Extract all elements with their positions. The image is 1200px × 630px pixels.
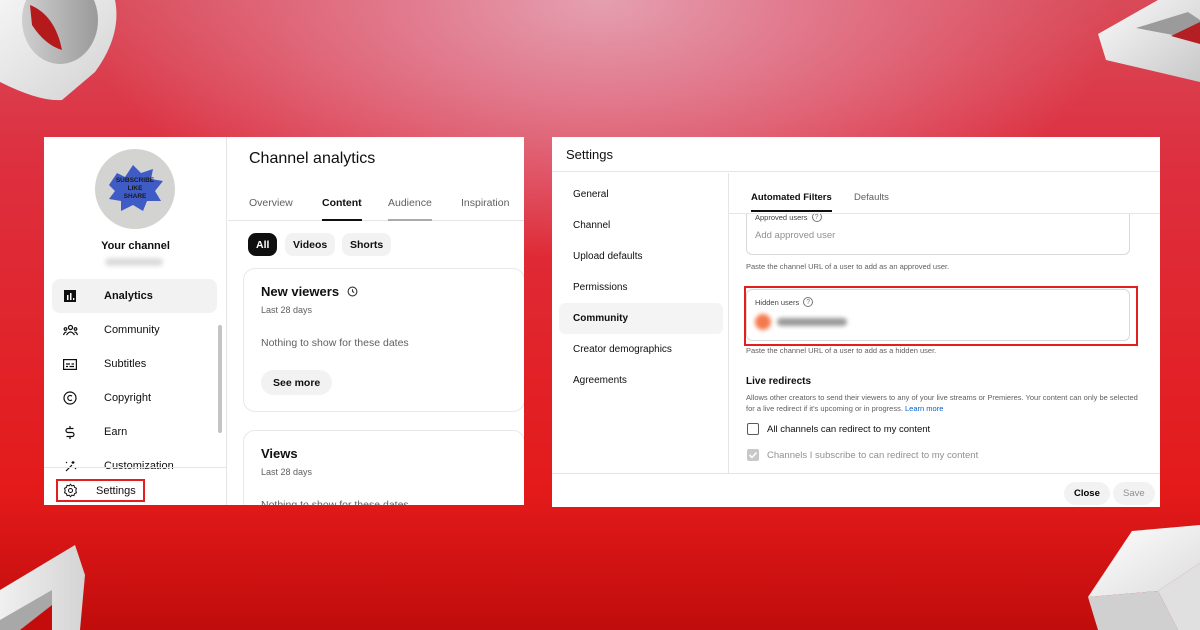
- approved-user-input[interactable]: Add approved user: [755, 230, 835, 241]
- close-button[interactable]: Close: [1064, 482, 1110, 505]
- redirect-option-all-channels[interactable]: All channels can redirect to my content: [747, 423, 930, 435]
- settings-title: Settings: [566, 147, 613, 162]
- settings-nav-creator-demographics[interactable]: Creator demographics: [559, 334, 723, 365]
- card-title-text: New viewers: [261, 284, 340, 299]
- learn-more-link[interactable]: Learn more: [905, 404, 943, 413]
- settings-nav-upload-defaults[interactable]: Upload defaults: [559, 241, 723, 272]
- card-subtitle: Last 28 days: [261, 467, 313, 477]
- settings-header: Settings: [552, 137, 1160, 172]
- hidden-users-highlight: [744, 286, 1138, 346]
- studio-nav: Analytics Community Subtitles Copyright: [52, 279, 217, 483]
- chip-shorts[interactable]: Shorts: [342, 233, 392, 256]
- option-label: Channels I subscribe to can redirect to …: [767, 449, 979, 461]
- analytics-tabs: Overview Content Audience Inspiration: [228, 193, 524, 221]
- chip-videos[interactable]: Videos: [285, 233, 336, 256]
- nav-item-copyright[interactable]: Copyright: [52, 381, 217, 415]
- settings-nav-channel[interactable]: Channel: [559, 210, 723, 241]
- settings-dialog: Settings General Channel Upload defaults…: [552, 137, 1160, 507]
- nav-item-analytics[interactable]: Analytics: [52, 279, 217, 313]
- nav-item-label: Analytics: [104, 290, 153, 302]
- ring-shape-decoration: [0, 0, 117, 101]
- nav-item-label: Customization: [104, 460, 174, 472]
- settings-nav-permissions[interactable]: Permissions: [559, 272, 723, 303]
- page-title: Channel analytics: [249, 150, 376, 167]
- checkbox[interactable]: [747, 423, 759, 435]
- tab-overview[interactable]: Overview: [249, 197, 293, 219]
- new-viewers-card: New viewers Last 28 days Nothing to show…: [243, 268, 524, 412]
- community-tabs: Automated Filters Defaults: [729, 173, 1160, 214]
- studio-panel: SUBSCRIBE LIKE SHARE Your channel Analyt…: [44, 137, 524, 505]
- redirect-option-subscribed[interactable]: Channels I subscribe to can redirect to …: [747, 449, 978, 461]
- card-title: New viewers: [261, 284, 358, 299]
- community-icon: [62, 322, 78, 338]
- hidden-users-help: Paste the channel URL of a user to add a…: [746, 346, 937, 355]
- nav-item-community[interactable]: Community: [52, 313, 217, 347]
- clock-icon: [347, 286, 358, 297]
- sidebar-scrollbar[interactable]: [218, 325, 222, 433]
- approved-users-help: Paste the channel URL of a user to add a…: [746, 262, 950, 271]
- nav-item-settings[interactable]: Settings: [56, 479, 145, 502]
- tab-content[interactable]: Content: [322, 197, 362, 221]
- nav-item-label: Earn: [104, 426, 128, 438]
- checkmark-icon: [748, 451, 758, 459]
- save-button[interactable]: Save: [1113, 482, 1155, 505]
- channel-analytics: Channel analytics Overview Content Audie…: [228, 137, 524, 505]
- settings-nav-general[interactable]: General: [559, 179, 723, 210]
- tab-defaults[interactable]: Defaults: [854, 192, 889, 210]
- card-empty-message: Nothing to show for these dates: [261, 337, 409, 349]
- card-title: Views: [261, 446, 298, 461]
- views-card: Views Last 28 days Nothing to show for t…: [243, 430, 524, 505]
- settings-nav-community[interactable]: Community: [559, 303, 723, 334]
- settings-nav: General Channel Upload defaults Permissi…: [559, 179, 723, 396]
- chip-all[interactable]: All: [248, 233, 278, 256]
- checkbox-checked[interactable]: [747, 449, 759, 461]
- dollar-icon: [62, 424, 78, 440]
- channel-handle-blurred: [105, 258, 163, 266]
- nav-item-label: Subtitles: [104, 358, 147, 370]
- card-empty-message: Nothing to show for these dates: [261, 499, 409, 505]
- copyright-icon: [62, 390, 78, 406]
- avatar-text-line: SHARE: [124, 193, 147, 200]
- cube-shape-decoration: [1088, 525, 1200, 630]
- tab-audience[interactable]: Audience: [388, 197, 432, 221]
- magic-wand-icon: [62, 458, 78, 474]
- your-channel-label: Your channel: [101, 240, 170, 252]
- studio-sidebar: SUBSCRIBE LIKE SHARE Your channel Analyt…: [44, 137, 227, 505]
- nav-item-label: Copyright: [104, 392, 152, 404]
- nav-item-customization[interactable]: Customization: [52, 449, 217, 483]
- avatar-text-line: LIKE: [128, 185, 143, 192]
- nav-item-subtitles[interactable]: Subtitles: [52, 347, 217, 381]
- card-subtitle: Last 28 days: [261, 305, 313, 315]
- sidebar-divider: [44, 467, 227, 468]
- nav-item-earn[interactable]: Earn: [52, 415, 217, 449]
- tab-automated-filters[interactable]: Automated Filters: [751, 192, 832, 212]
- avatar-text-line: SUBSCRIBE: [116, 177, 155, 184]
- settings-label: Settings: [96, 484, 136, 497]
- settings-nav-agreements[interactable]: Agreements: [559, 365, 723, 396]
- tab-inspiration[interactable]: Inspiration: [461, 197, 509, 219]
- triangle-shape-decoration: [0, 545, 85, 630]
- see-more-button[interactable]: See more: [261, 370, 333, 395]
- analytics-icon: [62, 288, 78, 304]
- subtitles-icon: [62, 356, 78, 372]
- avatar-splash-image: SUBSCRIBE LIKE SHARE: [109, 165, 163, 211]
- nav-item-label: Community: [104, 324, 160, 336]
- triangle-shape-decoration: [1098, 0, 1200, 82]
- live-redirects-description: Allows other creators to send their view…: [746, 392, 1141, 414]
- live-redirects-title: Live redirects: [746, 376, 812, 387]
- gear-icon: [62, 483, 78, 499]
- channel-avatar[interactable]: SUBSCRIBE LIKE SHARE: [95, 149, 175, 229]
- option-label: All channels can redirect to my content: [767, 423, 931, 435]
- settings-footer: Close Save: [552, 473, 1160, 507]
